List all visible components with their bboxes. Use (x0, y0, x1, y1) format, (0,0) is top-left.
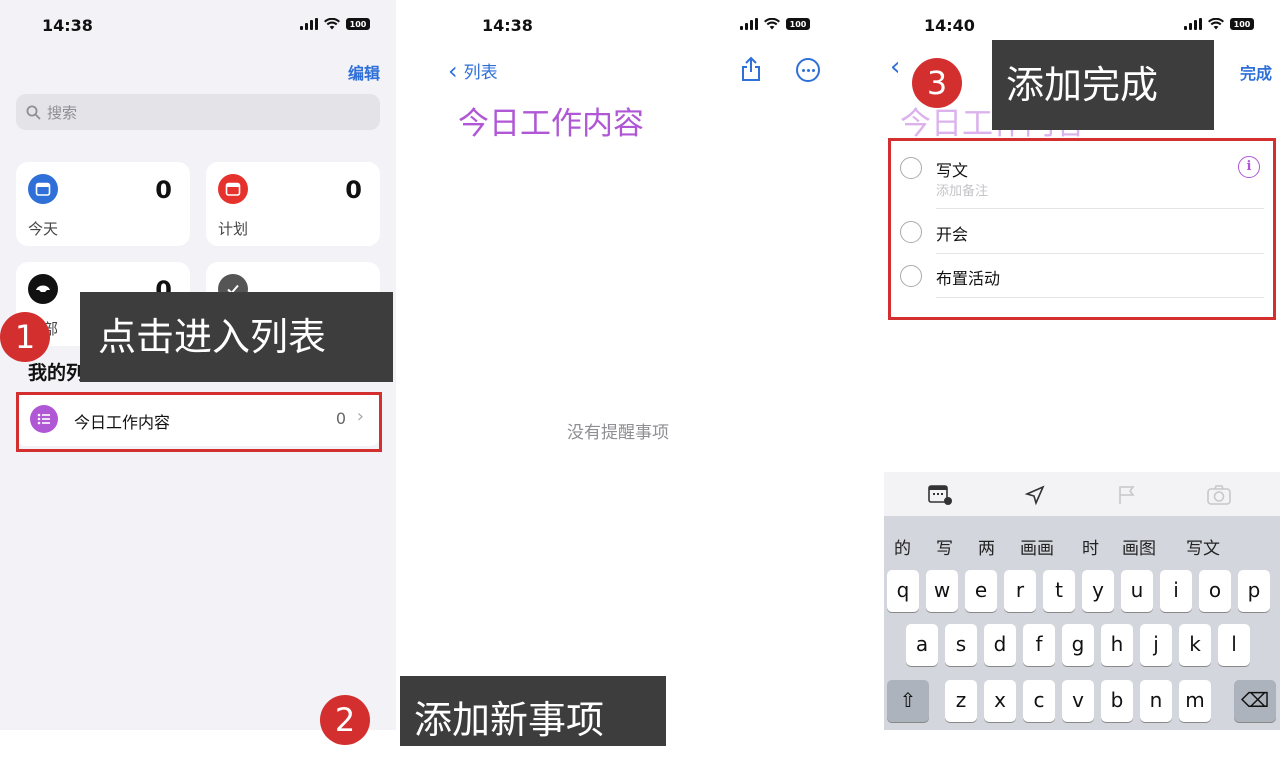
candidate-word[interactable]: 时 (1082, 534, 1099, 559)
step-callout-1: 点击进入列表 (80, 292, 393, 382)
location-arrow-icon[interactable] (1024, 484, 1046, 506)
wifi-icon (764, 18, 780, 30)
key-x[interactable]: x (984, 680, 1016, 722)
key-f[interactable]: f (1023, 624, 1055, 666)
smart-list-count: 0 (345, 176, 362, 204)
shift-key-icon[interactable]: ⇧ (887, 680, 929, 722)
search-placeholder: 搜索 (47, 103, 78, 122)
key-u[interactable]: u (1121, 570, 1153, 612)
share-icon[interactable] (740, 56, 762, 82)
tray-all-icon (28, 274, 58, 304)
date-calendar-icon[interactable] (928, 484, 954, 506)
calendar-scheduled-icon (218, 174, 248, 204)
candidate-word[interactable]: 写 (936, 534, 953, 559)
battery-icon: 100 (1230, 18, 1254, 30)
status-icons: 100 (1184, 18, 1254, 30)
search-icon (26, 105, 41, 120)
status-bar: 14:38 100 (396, 14, 840, 38)
candidate-word[interactable]: 画画 (1020, 534, 1054, 559)
flag-icon[interactable] (1116, 484, 1138, 506)
step-badge-2: 2 (320, 695, 370, 745)
step-callout-2: 添加新事项 (400, 676, 666, 746)
key-a[interactable]: a (906, 624, 938, 666)
key-h[interactable]: h (1101, 624, 1133, 666)
empty-state-message: 没有提醒事项 (567, 423, 669, 443)
smart-list-label: 今天 (28, 220, 59, 238)
key-n[interactable]: n (1140, 680, 1172, 722)
key-q[interactable]: q (887, 570, 919, 612)
quick-toolbar (884, 472, 1280, 516)
key-s[interactable]: s (945, 624, 977, 666)
battery-icon: 100 (346, 18, 370, 30)
key-c[interactable]: c (1023, 680, 1055, 722)
step-badge-1: 1 (0, 312, 50, 362)
wifi-icon (324, 18, 340, 30)
smart-list-today[interactable]: 0 今天 (16, 162, 190, 246)
status-time: 14:38 (42, 16, 93, 35)
done-button[interactable]: 完成 (1240, 60, 1272, 84)
smart-list-scheduled[interactable]: 0 计划 (206, 162, 380, 246)
status-time: 14:38 (482, 16, 533, 35)
calendar-today-icon (28, 174, 58, 204)
candidate-word[interactable]: 的 (894, 534, 911, 559)
candidate-word[interactable]: 写文 (1186, 534, 1220, 559)
camera-icon[interactable] (1206, 484, 1232, 506)
key-t[interactable]: t (1043, 570, 1075, 612)
cellular-signal-icon (300, 18, 318, 30)
key-z[interactable]: z (945, 680, 977, 722)
key-o[interactable]: o (1199, 570, 1231, 612)
step-badge-3: 3 (912, 58, 962, 108)
candidate-word[interactable]: 画图 (1122, 534, 1156, 559)
chevron-left-icon[interactable]: ‹ (890, 52, 900, 82)
chevron-left-icon: ‹ (448, 56, 458, 85)
status-bar: 14:40 100 (840, 14, 1280, 38)
key-v[interactable]: v (1062, 680, 1094, 722)
key-j[interactable]: j (1140, 624, 1172, 666)
cellular-signal-icon (1184, 18, 1202, 30)
cellular-signal-icon (740, 18, 758, 30)
backspace-key-icon[interactable]: ⌫ (1234, 680, 1276, 722)
status-bar: 14:38 100 (0, 14, 396, 38)
onscreen-keyboard: 的 写 两 画画 时 画图 写文 q w e r t y u i o p a s… (884, 516, 1280, 730)
more-options-icon[interactable] (796, 58, 820, 82)
candidate-word[interactable]: 两 (978, 534, 995, 559)
edit-button[interactable]: 编辑 (348, 60, 380, 84)
key-e[interactable]: e (965, 570, 997, 612)
highlight-box-tasks (888, 138, 1276, 320)
highlight-box-list (16, 392, 382, 452)
key-b[interactable]: b (1101, 680, 1133, 722)
search-field[interactable]: 搜索 (16, 94, 380, 130)
battery-icon: 100 (786, 18, 810, 30)
key-r[interactable]: r (1004, 570, 1036, 612)
smart-list-count: 0 (155, 176, 172, 204)
key-p[interactable]: p (1238, 570, 1270, 612)
back-button[interactable]: ‹ 列表 (448, 56, 498, 85)
list-detail-empty-screen: 14:38 100 ‹ 列表 今日工作内容 没有提醒事项 (396, 0, 840, 730)
key-g[interactable]: g (1062, 624, 1094, 666)
key-i[interactable]: i (1160, 570, 1192, 612)
key-m[interactable]: m (1179, 680, 1211, 722)
wifi-icon (1208, 18, 1224, 30)
key-y[interactable]: y (1082, 570, 1114, 612)
status-time: 14:40 (924, 16, 975, 35)
back-label: 列表 (463, 63, 498, 83)
key-l[interactable]: l (1218, 624, 1250, 666)
status-icons: 100 (300, 18, 370, 30)
list-title: 今日工作内容 (458, 106, 644, 142)
smart-list-label: 计划 (218, 220, 249, 238)
status-icons: 100 (740, 18, 810, 30)
key-d[interactable]: d (984, 624, 1016, 666)
key-k[interactable]: k (1179, 624, 1211, 666)
key-w[interactable]: w (926, 570, 958, 612)
step-callout-3: 添加完成 (992, 40, 1214, 130)
